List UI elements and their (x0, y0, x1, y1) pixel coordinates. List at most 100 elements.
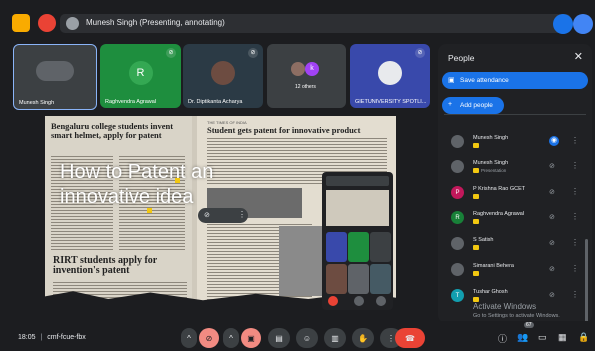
avatar (378, 61, 402, 85)
recording-icon[interactable] (38, 14, 56, 32)
more-options-icon[interactable]: ⋮ (238, 210, 246, 219)
tile-controls[interactable] (36, 61, 74, 81)
more-options-icon[interactable]: ⋮ (571, 161, 579, 170)
mini-tile (370, 232, 391, 262)
tile-name: Dr. Diptikanta Acharya (188, 99, 243, 105)
overlay-controls[interactable]: ⊘ ⋮ (198, 208, 248, 223)
add-person-icon: + (448, 101, 453, 108)
annotate-icon[interactable] (553, 14, 573, 34)
participant-row[interactable]: P P Krishna Rao GCET ⊘ ⋮ (438, 183, 592, 203)
tile-gietuniversity[interactable]: ⊘ GIETUNIVERSITY SPOTLI... (350, 44, 430, 108)
avatar (451, 135, 464, 148)
tile-others[interactable]: k 12 others (267, 44, 346, 108)
top-bar: Munesh Singh (Presenting, annotating) (0, 0, 595, 44)
end-call-icon[interactable] (328, 296, 338, 306)
mic-off-icon[interactable]: ⊘ (204, 211, 210, 219)
people-icon[interactable]: 👥 (517, 332, 528, 343)
activities-icon[interactable]: ▦ (558, 332, 567, 343)
tile-name: GIETUNIVERSITY SPOTLI... (355, 99, 427, 105)
participant-row[interactable]: R Raghvendra Agrawal ⊘ ⋮ (438, 208, 592, 228)
more-options-icon[interactable]: ⋮ (571, 187, 579, 196)
tile-name: Munesh Singh (19, 100, 55, 106)
meeting-code: cmf-fcue-fbx (47, 334, 86, 341)
host-controls-icon[interactable]: 🔒 (578, 332, 589, 343)
participant-row[interactable]: Simarani Behera ⊘ ⋮ (438, 260, 592, 280)
raise-hand-button[interactable]: ✋ (352, 328, 374, 348)
mini-tile (370, 264, 391, 294)
tile-raghvendra[interactable]: ⊘ R Raghvendra Agrawal (100, 44, 181, 108)
panel-title: People (448, 53, 475, 63)
captions-button[interactable]: ▤ (268, 328, 290, 348)
avatar (291, 62, 305, 76)
tile-diptikanta[interactable]: ⊘ Dr. Diptikanta Acharya (183, 44, 263, 108)
camera-options-button[interactable]: ^ (223, 328, 239, 348)
mini-tile (326, 264, 347, 294)
meet-logo-icon (12, 14, 30, 32)
avatar: P (451, 186, 464, 199)
info-icon[interactable]: ⓘ (498, 332, 507, 345)
mic-off-icon: ⊘ (549, 266, 555, 273)
camera-toggle-button[interactable]: ▣ (241, 328, 261, 348)
people-count-badge: 67 (524, 322, 534, 328)
tile-self[interactable]: Munesh Singh (13, 44, 97, 110)
avatar: k (305, 62, 319, 76)
add-people-button[interactable]: + Add people (442, 97, 504, 114)
mic-off-icon: ⊘ (415, 48, 425, 58)
avatar (451, 263, 464, 276)
close-icon[interactable]: ✕ (574, 50, 583, 63)
control-icon[interactable] (354, 296, 364, 306)
annotation-mark (147, 208, 152, 213)
scrollbar[interactable] (585, 239, 588, 331)
tile-name: Raghvendra Agrawal (105, 99, 157, 105)
more-options-icon[interactable]: ⋮ (571, 264, 579, 273)
left-headline-2: RIRT students apply for invention's pate… (53, 255, 158, 276)
phone-topbar (326, 176, 389, 186)
right-headline: Student gets patent for innovative produ… (207, 125, 361, 135)
more-options-icon[interactable]: ⋮ (571, 136, 579, 145)
divider (444, 114, 586, 125)
participant-row[interactable]: S Satish ⊘ ⋮ (438, 234, 592, 254)
mic-off-icon: ⊘ (549, 189, 555, 196)
mic-off-icon: ⊘ (549, 163, 555, 170)
chat-icon[interactable]: ▭ (538, 332, 547, 343)
present-button[interactable]: ▥ (324, 328, 346, 348)
mini-tile (348, 232, 369, 262)
control-icon[interactable] (376, 296, 386, 306)
mic-off-icon: ⊘ (248, 48, 258, 58)
presenter-avatar (66, 17, 79, 30)
others-count: 12 others (295, 84, 316, 90)
avatar (211, 61, 235, 85)
presenter-badge (473, 194, 479, 199)
phone-preview (326, 190, 389, 226)
mic-options-button[interactable]: ^ (181, 328, 197, 348)
presenting-pill[interactable]: Munesh Singh (Presenting, annotating) (60, 14, 571, 33)
avatar: R (128, 61, 153, 85)
mini-tile (348, 264, 369, 294)
activate-windows-watermark: Activate Windows (473, 302, 537, 311)
more-options-icon[interactable]: ⋮ (571, 212, 579, 221)
participant-row[interactable]: Munesh Singh ◉ ⋮ (438, 132, 592, 152)
mic-toggle-button[interactable]: ⊘ (199, 328, 219, 348)
people-panel: People ✕ ▣ Save attendance + Add people … (438, 44, 592, 331)
more-options-icon[interactable]: ⋮ (571, 290, 579, 299)
avatar (451, 237, 464, 250)
meeting-info: 18:05 | cmf-fcue-fbx (18, 334, 86, 341)
more-options-icon[interactable]: ⋮ (571, 238, 579, 247)
presenter-badge (473, 271, 479, 276)
participant-row[interactable]: Munesh Singh Presentation ⊘ ⋮ (438, 157, 592, 177)
annotation-mark (175, 178, 180, 183)
gemini-icon[interactable] (573, 14, 593, 34)
activate-windows-subtext: Go to Settings to activate Windows. (473, 313, 560, 319)
leave-call-button[interactable]: ☎ (395, 328, 425, 348)
mic-off-icon: ⊘ (549, 240, 555, 247)
presenting-text: Munesh Singh (Presenting, annotating) (86, 18, 225, 27)
mic-off-icon: ⊘ (166, 48, 176, 58)
save-attendance-button[interactable]: ▣ Save attendance (442, 72, 588, 89)
avatar: R (451, 211, 464, 224)
clock: 18:05 (18, 334, 36, 341)
presenter-badge (473, 143, 479, 148)
emoji-button[interactable]: ☺ (296, 328, 318, 348)
presenter-badge (473, 219, 479, 224)
presenter-badge (473, 168, 479, 173)
mic-off-icon: ⊘ (549, 292, 555, 299)
